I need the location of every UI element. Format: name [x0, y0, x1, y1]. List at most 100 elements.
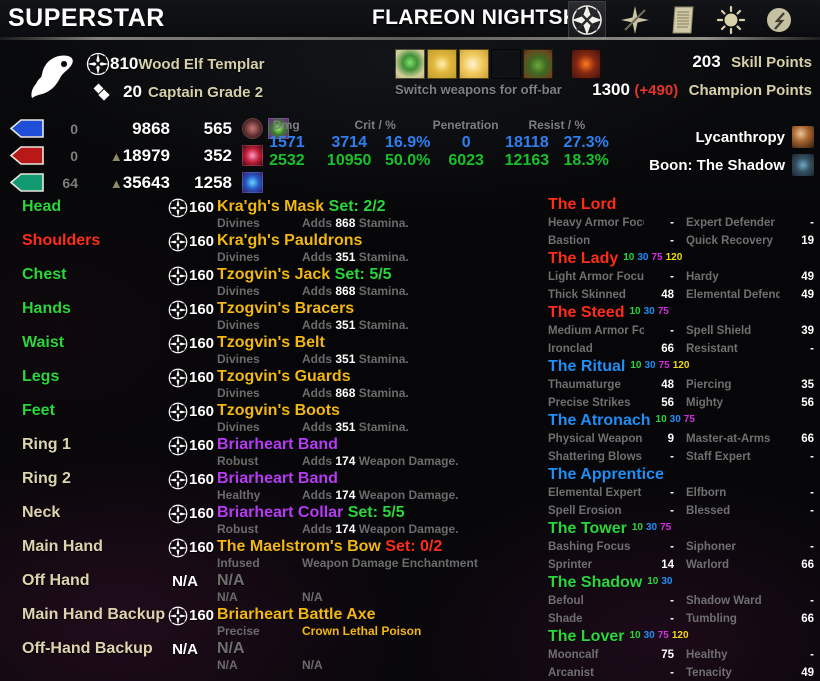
- item-enchantment: N/A: [302, 590, 323, 604]
- constellation-name: The Ritual: [548, 358, 626, 375]
- constellation-star-row: Shattering Blows - Staff Expert -: [548, 448, 820, 466]
- champion-rank-icon: [168, 402, 188, 422]
- constellation[interactable]: The Apprentice Elemental Expert - Elfborn - S…: [548, 466, 820, 520]
- switch-weapons-message: Switch weapons for off-bar: [395, 82, 562, 97]
- star-value: -: [670, 217, 674, 229]
- item-level: N/A: [172, 641, 198, 658]
- star-value: -: [670, 487, 674, 499]
- equipment-row[interactable]: Waist 160 Tzogvin's Belt Divines Adds 351 St…: [0, 332, 545, 366]
- star-value: -: [670, 325, 674, 337]
- champion-rank-icon: [168, 300, 188, 320]
- star-name: Spell Shield: [686, 325, 752, 337]
- item-level: 160: [189, 199, 215, 216]
- ability-slot-2[interactable]: [427, 49, 457, 79]
- equipment-row[interactable]: Main Hand 160 The Maelstrom's Bow Set: 0/2…: [0, 536, 545, 570]
- item-level: 160: [189, 301, 215, 318]
- buff-icon-4[interactable]: [242, 172, 263, 193]
- equipment-row[interactable]: Main Hand Backup 160 Briarheart Battle Axe…: [0, 604, 545, 638]
- equipment-row[interactable]: Ring 1 160 Briarheart Band Robust Adds 174 W…: [0, 434, 545, 468]
- item-name: Briarheart Battle Axe: [217, 606, 376, 624]
- constellation[interactable]: The Ritual 10 30 75 120 Thaumaturge 48 Piercing…: [548, 358, 820, 412]
- tier-30: 30: [645, 522, 658, 533]
- inventory-icon[interactable]: [568, 1, 606, 39]
- tier-10: 10: [630, 360, 642, 371]
- star-value: -: [670, 595, 674, 607]
- ability-slot-5[interactable]: [523, 49, 553, 79]
- map-icon[interactable]: [712, 1, 750, 39]
- constellation-name: The Apprentice: [548, 466, 664, 483]
- constellation[interactable]: The LordHeavy Armor Focus-Expert Defende…: [548, 196, 820, 250]
- item-trait: Divines: [217, 386, 260, 400]
- ultimate-slot[interactable]: [571, 49, 601, 79]
- tier-30: 30: [637, 252, 649, 263]
- constellation[interactable]: The Tower 10 30 75 Bashing Focus - Siphoner - Sp…: [548, 520, 820, 574]
- constellation-header: The Tower 10 30 75: [548, 520, 820, 538]
- tier-10: 10: [631, 522, 643, 533]
- star-value: -: [810, 505, 814, 517]
- star-name: Resistant: [686, 343, 738, 355]
- tier-10: 10: [629, 630, 641, 641]
- constellation[interactable]: The Steed103075Medium Armor Focus-Spell …: [548, 304, 820, 358]
- item-level: 160: [189, 403, 215, 420]
- champion-level-value: 810: [110, 54, 139, 73]
- equipment-slot-label: Head: [22, 198, 62, 215]
- equipment-slot-label: Main Hand Backup: [22, 606, 166, 623]
- item-trait: Healthy: [217, 488, 261, 502]
- item-name-text: Tzogvin's Boots: [217, 402, 340, 419]
- constellation[interactable]: The Lady 10 30 75 120 Light Armor Focus - Hardy…: [548, 250, 820, 304]
- magicka-penetration: 0: [461, 134, 471, 151]
- item-enchantment: Adds 868 Stamina.: [302, 216, 409, 230]
- magicka-regen: 0: [70, 120, 78, 137]
- champion-star-icon: [86, 52, 110, 76]
- tier-30: 30: [643, 306, 655, 317]
- constellation-star-row: Befoul - Shadow Ward -: [548, 592, 820, 610]
- constellation-star-row: Light Armor Focus - Hardy 49: [548, 268, 820, 286]
- champion-points-label: Champion Points: [688, 82, 812, 99]
- champion-rank-icon: [168, 232, 188, 252]
- equipment-row[interactable]: Off-Hand Backup N/A N/A N/A N/A: [0, 638, 545, 672]
- constellation[interactable]: The Lover 10 30 75 120 Mooncalf 75 Healthy - Arca…: [548, 628, 820, 681]
- magicka-resist: 18118: [505, 134, 549, 151]
- champion-rank-icon: [168, 436, 188, 456]
- ability-bar[interactable]: [395, 49, 601, 79]
- equipment-slot-label: Ring 1: [22, 436, 71, 453]
- star-value: 66: [801, 559, 814, 571]
- star-name: Mighty: [686, 397, 724, 409]
- item-level: 160: [189, 607, 215, 624]
- constellation[interactable]: The Shadow 10 30 Befoul - Shadow Ward - Shade - T…: [548, 574, 820, 628]
- ability-slot-4[interactable]: [491, 49, 521, 79]
- equipment-row[interactable]: Shoulders 160 Kra'gh's Pauldrons Divines Add…: [0, 230, 545, 264]
- item-set-count: Set: 5/5: [347, 504, 405, 521]
- star-value: 35: [801, 379, 814, 391]
- equipment-slot-label: Off Hand: [22, 572, 90, 589]
- equipment-row[interactable]: Ring 2 160 Briarheart Band Healthy Adds 174 …: [0, 468, 545, 502]
- item-trait: Divines: [217, 318, 260, 332]
- star-name: Warlord: [686, 559, 730, 571]
- skills-icon[interactable]: [616, 1, 654, 39]
- constellation-star-row: Heavy Armor Focus-Expert Defender-: [548, 214, 820, 232]
- alliance-war-icon[interactable]: [760, 1, 798, 39]
- equipment-row[interactable]: Chest 160 Tzogvin's Jack Set: 5/5 Divines Ad…: [0, 264, 545, 298]
- journal-icon[interactable]: [664, 1, 702, 39]
- status-lycanthropy: Lycanthropy: [649, 126, 814, 148]
- constellation[interactable]: The Atronach 103075 Physical Weapon Expert…: [548, 412, 820, 466]
- item-name: N/A: [217, 640, 245, 658]
- ability-slot-1[interactable]: [395, 49, 425, 79]
- item-enchantment: Adds 351 Stamina.: [302, 352, 409, 366]
- tier-120: 120: [671, 630, 689, 641]
- equipment-row[interactable]: Off Hand N/A N/A N/A N/A: [0, 570, 545, 604]
- equipment-row[interactable]: Neck 160 Briarheart Collar Set: 5/5 Robust A…: [0, 502, 545, 536]
- item-name: Tzogvin's Bracers: [217, 300, 354, 318]
- constellation-header: The Lord: [548, 196, 820, 214]
- tier-75: 75: [657, 630, 669, 641]
- star-value: -: [810, 451, 814, 463]
- header-resist: Resist / %: [528, 118, 586, 132]
- item-level: 160: [189, 471, 215, 488]
- ability-slot-3[interactable]: [459, 49, 489, 79]
- equipment-row[interactable]: Legs 160 Tzogvin's Guards Divines Adds 868 S…: [0, 366, 545, 400]
- equipment-row[interactable]: Head 160 Kra'gh's Mask Set: 2/2 Divines Adds…: [0, 196, 545, 230]
- equipment-row[interactable]: Hands 160 Tzogvin's Bracers Divines Adds 351…: [0, 298, 545, 332]
- equipment-row[interactable]: Feet 160 Tzogvin's Boots Divines Adds 351 St…: [0, 400, 545, 434]
- constellation-star-row: Mooncalf 75 Healthy -: [548, 646, 820, 664]
- item-level: 160: [189, 369, 215, 386]
